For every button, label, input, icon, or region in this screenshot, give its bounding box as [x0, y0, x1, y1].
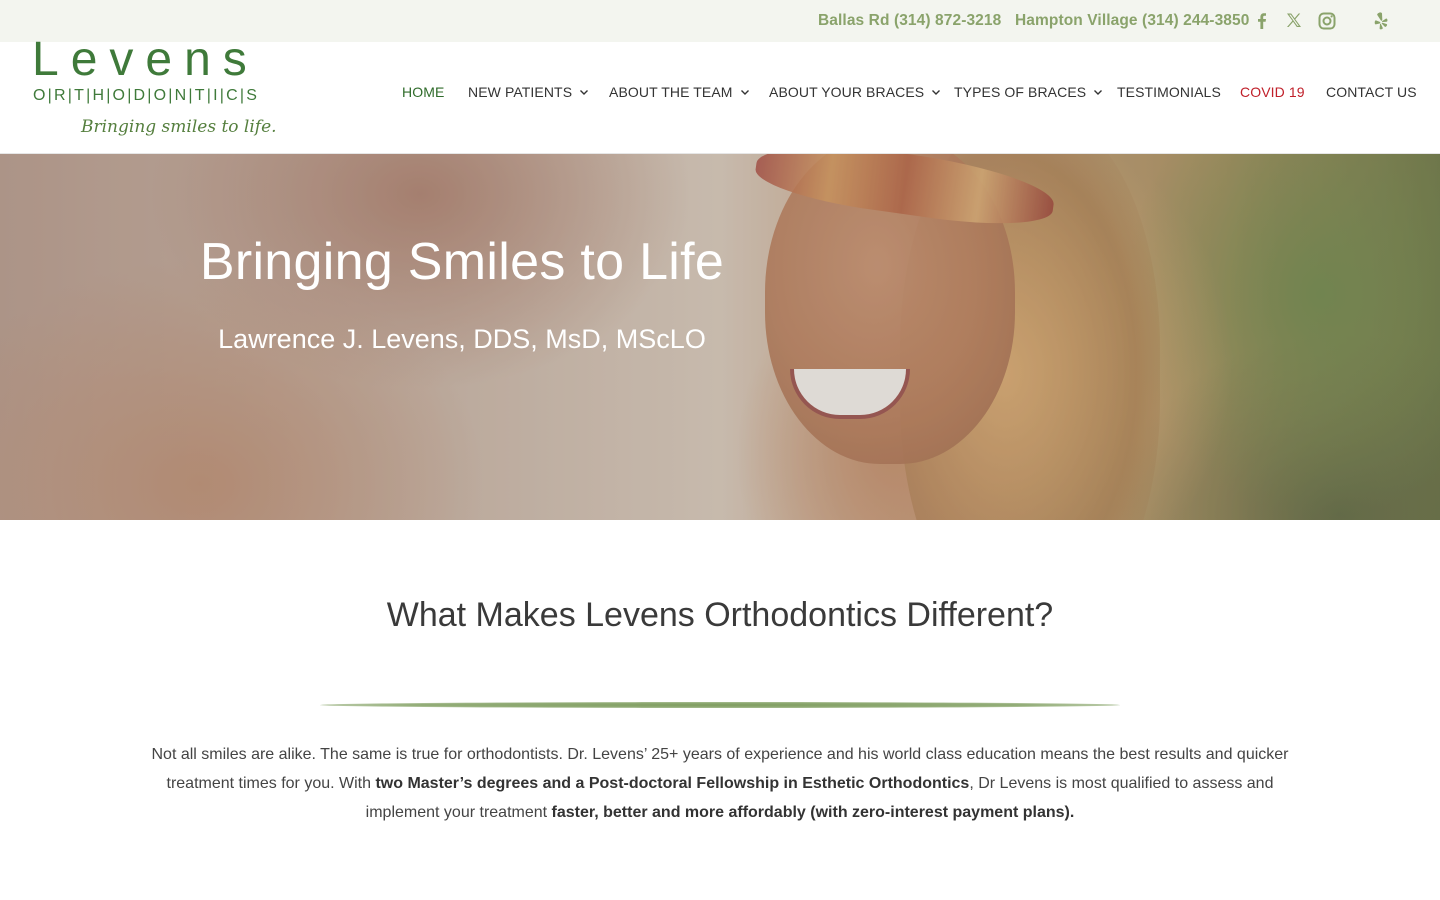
intro-bold-1: two Master’s degrees and a Post-doctoral… — [375, 775, 970, 792]
chevron-down-icon — [1092, 86, 1104, 98]
nav-contact-us-label: CONTACT US — [1326, 84, 1417, 100]
logo-tagline: Bringing smiles to life. — [81, 117, 277, 137]
nav-about-your-braces-label: ABOUT YOUR BRACES — [769, 84, 925, 100]
yelp-icon[interactable] — [1371, 11, 1391, 31]
phone-hampton-link[interactable]: Hampton Village (314) 244-3850 — [1015, 12, 1249, 30]
nav-types-of-braces[interactable]: TYPES OF BRACES — [954, 84, 1104, 100]
nav-home-label: HOME — [402, 84, 445, 100]
nav-testimonials[interactable]: TESTIMONIALS — [1117, 84, 1221, 100]
nav-about-the-team[interactable]: ABOUT THE TEAM — [609, 84, 751, 100]
instagram-icon[interactable] — [1317, 11, 1337, 31]
nav-covid-19-label: COVID 19 — [1240, 84, 1305, 100]
nav-types-of-braces-label: TYPES OF BRACES — [954, 84, 1087, 100]
intro-paragraph: Not all smiles are alike. The same is tr… — [150, 740, 1290, 827]
x-twitter-icon[interactable] — [1284, 11, 1304, 31]
nav-home[interactable]: HOME — [402, 84, 444, 100]
levens-logo[interactable]: Levens O|R|T|H|O|D|O|N|T|I|C|S Bringing … — [30, 33, 290, 147]
section-divider — [320, 702, 1120, 708]
logo-subtitle: O|R|T|H|O|D|O|N|T|I|C|S — [33, 87, 260, 104]
chevron-down-icon — [930, 86, 942, 98]
nav-about-the-team-label: ABOUT THE TEAM — [609, 84, 733, 100]
intro-bold-2: faster, better and more affordably (with… — [551, 804, 1075, 821]
nav-new-patients[interactable]: NEW PATIENTS — [468, 84, 590, 100]
hero-title: Bringing Smiles to Life — [199, 233, 725, 291]
nav-contact-us[interactable]: CONTACT US — [1326, 84, 1417, 100]
nav-about-your-braces[interactable]: ABOUT YOUR BRACES — [769, 84, 942, 100]
chevron-down-icon — [578, 86, 590, 98]
nav-new-patients-label: NEW PATIENTS — [468, 84, 573, 100]
hero-subtitle: Lawrence J. Levens, DDS, MsD, MScLO — [218, 324, 706, 354]
nav-testimonials-label: TESTIMONIALS — [1117, 84, 1221, 100]
nav-covid-19[interactable]: COVID 19 — [1240, 84, 1305, 100]
facebook-icon[interactable] — [1252, 11, 1272, 31]
phone-ballas-link[interactable]: Ballas Rd (314) 872-3218 — [818, 12, 1001, 30]
hero-banner: Bringing Smiles to Life Lawrence J. Leve… — [0, 154, 1440, 520]
section-heading: What Makes Levens Orthodontics Different… — [386, 596, 1054, 634]
logo-wordmark: Levens — [32, 33, 259, 86]
chevron-down-icon — [739, 86, 751, 98]
